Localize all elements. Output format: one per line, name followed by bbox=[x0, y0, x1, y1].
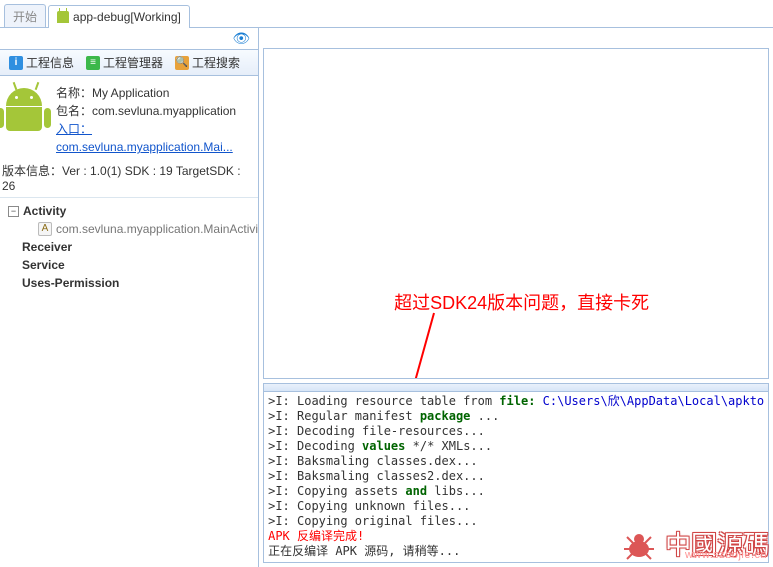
entry-label: 入口： bbox=[56, 122, 92, 136]
annotation-text: 超过SDK24版本问题，直接卡死 bbox=[394, 289, 649, 315]
proj-info-label: 工程信息 bbox=[26, 54, 74, 71]
manifest-tree: − Activity A com.sevluna.myapplication.M… bbox=[0, 197, 258, 296]
preview-area: 超过SDK24版本问题，直接卡死 bbox=[263, 48, 769, 379]
tree-receiver-label: Receiver bbox=[22, 240, 72, 254]
entry-value: com.sevluna.myapplication.Mai... bbox=[56, 140, 233, 154]
row-entry: 入口： com.sevluna.myapplication.Mai... bbox=[56, 120, 254, 156]
search-icon: 🔍 bbox=[175, 56, 189, 70]
manager-icon: ≡ bbox=[86, 56, 100, 70]
android-logo bbox=[6, 88, 46, 156]
eye-row: 👁 bbox=[0, 28, 258, 50]
tree-activity[interactable]: − Activity bbox=[4, 202, 258, 220]
console-panel: >I: Loading resource table from file: C:… bbox=[263, 383, 769, 563]
proj-search-button[interactable]: 🔍 工程搜索 bbox=[170, 52, 245, 73]
tree-service[interactable]: Service bbox=[4, 256, 258, 274]
entry-link[interactable]: 入口： com.sevluna.myapplication.Mai... bbox=[56, 122, 233, 154]
console-header bbox=[264, 384, 768, 392]
tree-uses-permission-label: Uses-Permission bbox=[22, 276, 119, 290]
tree-receiver[interactable]: Receiver bbox=[4, 238, 258, 256]
proj-mgr-label: 工程管理器 bbox=[103, 54, 163, 71]
pkg-label: 包名： bbox=[56, 104, 92, 118]
tab-app-debug[interactable]: app-debug[Working] bbox=[48, 5, 190, 28]
tree-activity-child[interactable]: A com.sevluna.myapplication.MainActivi bbox=[4, 220, 258, 238]
tree-activity-label: Activity bbox=[23, 204, 66, 218]
right-panel: 超过SDK24版本问题，直接卡死 >I: Loading resource ta… bbox=[259, 28, 773, 567]
proj-search-label: 工程搜索 bbox=[192, 54, 240, 71]
row-name: 名称：My Application bbox=[56, 84, 254, 102]
eye-icon[interactable]: 👁 bbox=[232, 30, 250, 47]
tab-app-debug-label: app-debug[Working] bbox=[73, 10, 181, 24]
activity-badge-icon: A bbox=[38, 222, 52, 236]
left-panel: 👁 i 工程信息 ≡ 工程管理器 🔍 工程搜索 bbox=[0, 28, 259, 567]
tree-service-label: Service bbox=[22, 258, 65, 272]
expander-icon[interactable]: − bbox=[8, 206, 19, 217]
tree-activity-child-label: com.sevluna.myapplication.MainActivi bbox=[56, 222, 258, 236]
console-output: >I: Loading resource table from file: C:… bbox=[264, 392, 768, 562]
android-icon bbox=[57, 11, 69, 23]
proj-info-button[interactable]: i 工程信息 bbox=[4, 52, 79, 73]
tab-start-label: 开始 bbox=[13, 8, 37, 25]
tab-start[interactable]: 开始 bbox=[4, 4, 46, 27]
info-lines: 名称：My Application 包名：com.sevluna.myappli… bbox=[56, 84, 254, 156]
pkg-value: com.sevluna.myapplication bbox=[92, 104, 236, 118]
left-toolbar: i 工程信息 ≡ 工程管理器 🔍 工程搜索 bbox=[0, 50, 258, 76]
annotation-arrow bbox=[264, 49, 744, 379]
tree-uses-permission[interactable]: Uses-Permission bbox=[4, 274, 258, 292]
project-info-block: 名称：My Application 包名：com.sevluna.myappli… bbox=[0, 76, 258, 162]
name-label: 名称： bbox=[56, 86, 92, 100]
name-value: My Application bbox=[92, 86, 169, 100]
info-icon: i bbox=[9, 56, 23, 70]
editor-tabs: 开始 app-debug[Working] bbox=[0, 0, 773, 28]
ver-label: 版本信息： bbox=[2, 164, 62, 178]
proj-mgr-button[interactable]: ≡ 工程管理器 bbox=[81, 52, 168, 73]
row-package: 包名：com.sevluna.myapplication bbox=[56, 102, 254, 120]
row-version: 版本信息：Ver : 1.0(1) SDK : 19 TargetSDK : 2… bbox=[0, 162, 258, 197]
